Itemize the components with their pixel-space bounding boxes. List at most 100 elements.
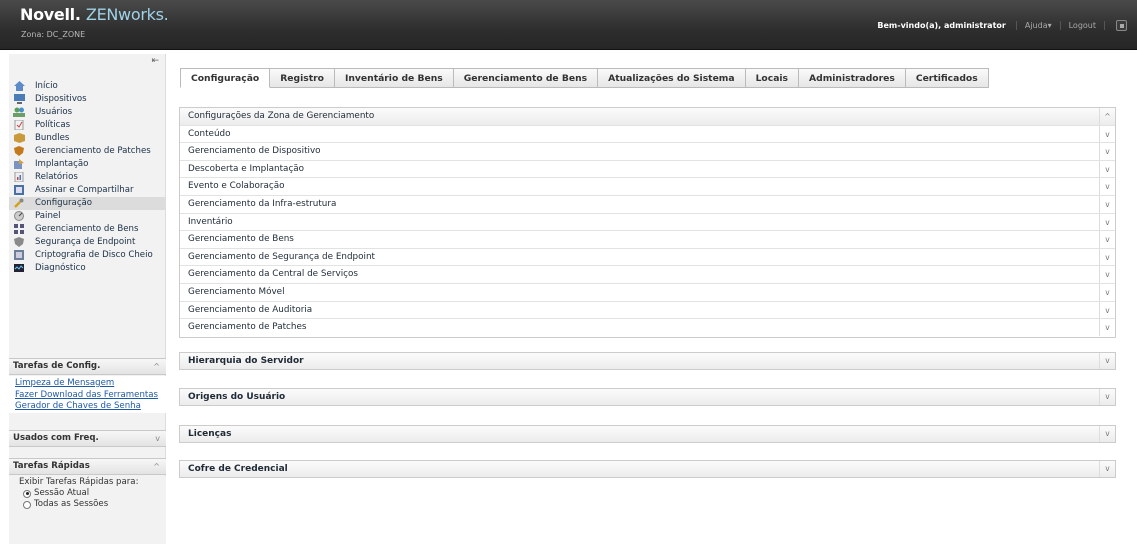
sidebar-item-label: Dispositivos xyxy=(35,94,87,104)
deployment-icon xyxy=(13,159,25,169)
config-tasks-header[interactable]: Tarefas de Config. ^ xyxy=(9,358,166,375)
encryption-icon xyxy=(13,250,25,260)
panel-licenses[interactable]: Licenças v xyxy=(179,425,1116,443)
settings-row[interactable]: Gerenciamento de Bens v xyxy=(180,231,1115,249)
chevron-down-icon[interactable]: v xyxy=(1099,213,1115,231)
panel-title: Hierarquia do Servidor xyxy=(188,356,304,366)
chevron-down-icon[interactable]: v xyxy=(1099,426,1115,442)
bundles-icon xyxy=(13,133,25,143)
sidebar-item-label: Usuários xyxy=(35,107,73,117)
quick-tasks-label: Exibir Tarefas Rápidas para: xyxy=(19,477,139,487)
task-link[interactable]: Fazer Download das Ferramentas xyxy=(9,390,166,402)
panel-credential-vault[interactable]: Cofre de Credencial v xyxy=(179,460,1116,478)
sidebar-item-label: Configuração xyxy=(35,198,93,208)
chevron-down-icon[interactable]: v xyxy=(1099,301,1115,319)
sidebar-item-criptografia[interactable]: Criptografia de Disco Cheio xyxy=(9,249,166,262)
quick-tasks-header[interactable]: Tarefas Rápidas ^ xyxy=(9,458,166,475)
tab-locais[interactable]: Locais xyxy=(745,68,800,88)
chevron-down-icon[interactable]: v xyxy=(1099,143,1115,161)
sidebar-item-relatorios[interactable]: Relatórios xyxy=(9,171,166,184)
tab-certificados[interactable]: Certificados xyxy=(905,68,989,88)
sidebar-item-patches[interactable]: Gerenciamento de Patches xyxy=(9,145,166,158)
panel-user-sources[interactable]: Origens do Usuário v xyxy=(179,388,1116,406)
chevron-down-icon[interactable]: v xyxy=(1099,319,1115,337)
chevron-down-icon[interactable]: v xyxy=(1099,160,1115,178)
radio-checked-icon xyxy=(23,489,31,498)
tab-administradores[interactable]: Administradores xyxy=(799,68,906,88)
row-label: Gerenciamento de Patches xyxy=(188,322,307,333)
sidebar-item-label: Início xyxy=(35,81,58,91)
collapse-sidebar-icon[interactable]: ⇤ xyxy=(151,56,159,66)
settings-row-header[interactable]: Configurações da Zona de Gerenciamento ^ xyxy=(180,108,1115,126)
sidebar-item-implantacao[interactable]: Implantação xyxy=(9,158,166,171)
settings-row[interactable]: Inventário v xyxy=(180,213,1115,232)
chevron-down-icon[interactable]: v xyxy=(1099,125,1115,143)
dashboard-icon xyxy=(13,211,25,221)
sidebar-item-configuracao[interactable]: Configuração xyxy=(9,197,166,210)
sidebar-item-label: Gerenciamento de Patches xyxy=(35,146,151,156)
settings-row[interactable]: Conteúdo v xyxy=(180,125,1115,144)
settings-icon[interactable] xyxy=(1105,19,1137,31)
settings-row[interactable]: Gerenciamento Móvel v xyxy=(180,283,1115,302)
chevron-down-icon[interactable]: v xyxy=(1099,461,1115,477)
sidebar-item-inicio[interactable]: Início xyxy=(9,80,166,93)
chevron-down-icon[interactable]: v xyxy=(1099,353,1115,369)
sidebar-item-diagnostico[interactable]: Diagnóstico xyxy=(9,262,166,275)
chevron-down-icon: v xyxy=(155,434,160,443)
row-label: Configurações da Zona de Gerenciamento xyxy=(188,111,375,121)
chevron-down-icon[interactable]: v xyxy=(1099,283,1115,301)
sidebar-item-politicas[interactable]: Políticas xyxy=(9,119,166,132)
help-menu[interactable]: Ajuda▾ xyxy=(1017,20,1061,30)
tab-configuracao[interactable]: Configuração xyxy=(180,68,271,88)
settings-row[interactable]: Gerenciamento da Infra-estrutura v xyxy=(180,195,1115,214)
settings-row[interactable]: Gerenciamento da Central de Serviços v xyxy=(180,266,1115,284)
sidebar-item-usuarios[interactable]: Usuários xyxy=(9,106,166,119)
chevron-up-icon[interactable]: ^ xyxy=(1099,108,1115,125)
settings-row[interactable]: Gerenciamento de Auditoria v xyxy=(180,301,1115,320)
tab-registro[interactable]: Registro xyxy=(270,68,335,88)
chevron-down-icon[interactable]: v xyxy=(1099,266,1115,284)
devices-icon xyxy=(13,94,25,104)
quick-tasks-title: Tarefas Rápidas xyxy=(13,461,90,471)
settings-row[interactable]: Descoberta e Implantação v xyxy=(180,160,1115,179)
zone-label: Zona: DC_ZONE xyxy=(21,30,86,39)
frequent-header[interactable]: Usados com Freq. v xyxy=(9,430,166,447)
task-link[interactable]: Gerador de Chaves de Senha xyxy=(9,401,166,413)
tab-gerenciamento-bens[interactable]: Gerenciamento de Bens xyxy=(453,68,599,88)
settings-row[interactable]: Evento e Colaboração v xyxy=(180,178,1115,196)
row-label: Descoberta e Implantação xyxy=(188,163,305,174)
tab-atualizacoes[interactable]: Atualizações do Sistema xyxy=(598,68,746,88)
zone-settings-panel: Configurações da Zona de Gerenciamento ^ … xyxy=(179,107,1116,338)
sidebar-item-gerenciamento-bens[interactable]: Gerenciamento de Bens xyxy=(9,223,166,236)
settings-row[interactable]: Gerenciamento de Patches v xyxy=(180,319,1115,337)
sidebar-item-dispositivos[interactable]: Dispositivos xyxy=(9,93,166,106)
chevron-down-icon[interactable]: v xyxy=(1099,248,1115,266)
sidebar-item-label: Assinar e Compartilhar xyxy=(35,185,134,195)
reports-icon xyxy=(13,172,25,182)
config-tasks-body: Limpeza de Mensagem Fazer Download das F… xyxy=(9,376,166,413)
row-label: Conteúdo xyxy=(188,128,231,139)
radio-label: Todas as Sessões xyxy=(34,499,109,509)
sidebar-item-assinar[interactable]: Assinar e Compartilhar xyxy=(9,184,166,197)
task-link[interactable]: Limpeza de Mensagem xyxy=(9,378,166,390)
product-name: ZENworks. xyxy=(85,5,169,24)
sidebar-item-seguranca[interactable]: Segurança de Endpoint xyxy=(9,236,166,249)
chevron-down-icon[interactable]: v xyxy=(1099,389,1115,405)
chevron-down-icon[interactable]: v xyxy=(1099,231,1115,249)
tab-inventario-bens[interactable]: Inventário de Bens xyxy=(334,68,454,88)
settings-row[interactable]: Gerenciamento de Segurança de Endpoint v xyxy=(180,248,1115,267)
sidebar-nav: Início Dispositivos Usuários Políticas B… xyxy=(9,80,166,275)
sidebar-item-painel[interactable]: Painel xyxy=(9,210,166,223)
row-label: Evento e Colaboração xyxy=(188,181,285,192)
app-header: Novell. ZENworks. Zona: DC_ZONE Bem-vind… xyxy=(0,0,1137,50)
logout-link[interactable]: Logout xyxy=(1061,20,1105,30)
settings-row[interactable]: Gerenciamento de Dispositivo v xyxy=(180,143,1115,161)
chevron-down-icon[interactable]: v xyxy=(1099,195,1115,213)
radio-current-session[interactable]: Sessão Atual xyxy=(9,488,166,499)
policies-icon xyxy=(13,120,25,130)
sidebar-item-bundles[interactable]: Bundles xyxy=(9,132,166,145)
chevron-up-icon: ^ xyxy=(153,362,160,371)
radio-all-sessions[interactable]: Todas as Sessões xyxy=(9,499,166,510)
panel-server-hierarchy[interactable]: Hierarquia do Servidor v xyxy=(179,352,1116,370)
chevron-down-icon[interactable]: v xyxy=(1099,178,1115,196)
